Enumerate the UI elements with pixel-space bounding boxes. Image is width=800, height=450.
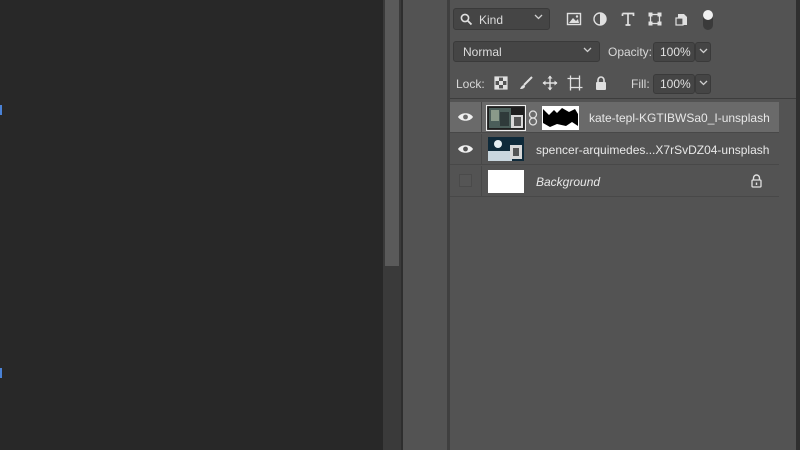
fill-value: 100% <box>660 77 691 91</box>
opacity-label: Opacity: <box>608 45 653 59</box>
visibility-toggle[interactable] <box>450 134 482 165</box>
layer-name[interactable]: spencer-arquimedes...X7rSvDZ04-unsplash <box>536 143 769 157</box>
adjustment-layer-filter-icon[interactable] <box>592 11 608 27</box>
blend-mode-value: Normal <box>463 45 502 59</box>
layer-name[interactable]: Background <box>536 175 600 189</box>
lock-artboard-icon[interactable] <box>567 75 583 91</box>
visibility-toggle[interactable] <box>450 102 482 133</box>
eye-icon <box>458 145 473 153</box>
layer-mask-thumbnail[interactable] <box>542 106 579 130</box>
panel-dock-strip <box>403 0 447 450</box>
opacity-value: 100% <box>660 45 691 59</box>
filter-kind-dropdown[interactable]: Kind <box>453 8 550 30</box>
chevron-down-icon <box>583 47 592 53</box>
filter-kind-label: Kind <box>479 13 504 27</box>
visibility-toggle[interactable] <box>450 166 482 197</box>
blend-mode-dropdown[interactable]: Normal <box>453 41 600 62</box>
lock-transparent-pixels-icon[interactable] <box>493 75 509 91</box>
lock-image-pixels-icon[interactable] <box>518 75 534 91</box>
layer-name[interactable]: kate-tepl-KGTIBWSa0_I-unsplash <box>589 111 770 125</box>
opacity-input[interactable]: 100% <box>653 42 695 62</box>
chevron-down-icon <box>699 48 708 54</box>
lock-label: Lock: <box>456 77 485 91</box>
pixel-layer-filter-icon[interactable] <box>566 11 582 27</box>
fill-input[interactable]: 100% <box>653 74 695 94</box>
lock-icon[interactable] <box>750 174 763 188</box>
scrollbar-thumb[interactable] <box>385 0 399 266</box>
eye-icon <box>458 113 473 121</box>
layer-thumbnail[interactable] <box>486 105 526 131</box>
layer-row[interactable]: spencer-arquimedes...X7rSvDZ04-unsplash <box>450 134 779 165</box>
lock-position-icon[interactable] <box>542 75 558 91</box>
chevron-down-icon <box>699 80 708 86</box>
canvas-guide-marker <box>0 105 2 115</box>
canvas-guide-marker <box>0 368 2 378</box>
layer-thumbnail[interactable] <box>488 170 524 193</box>
layer-row[interactable]: Background <box>450 166 779 197</box>
layer-thumbnail[interactable] <box>488 137 524 161</box>
link-icon[interactable] <box>528 110 538 126</box>
divider <box>450 98 796 99</box>
fill-label: Fill: <box>631 77 650 91</box>
smart-object-filter-icon[interactable] <box>674 11 690 27</box>
search-icon <box>460 13 473 26</box>
document-canvas[interactable] <box>0 0 383 450</box>
chevron-down-icon <box>534 14 543 20</box>
lock-all-icon[interactable] <box>593 75 609 91</box>
layers-panel <box>450 0 800 450</box>
shape-layer-filter-icon[interactable] <box>647 11 663 27</box>
panel-edge <box>796 0 800 450</box>
opacity-slider-button[interactable] <box>695 42 711 62</box>
filter-toggle-switch[interactable] <box>701 8 715 32</box>
hidden-visibility-box <box>459 174 472 187</box>
type-layer-filter-icon[interactable] <box>620 11 636 27</box>
fill-slider-button[interactable] <box>695 74 711 94</box>
layer-row[interactable]: kate-tepl-KGTIBWSa0_I-unsplash <box>450 102 779 133</box>
